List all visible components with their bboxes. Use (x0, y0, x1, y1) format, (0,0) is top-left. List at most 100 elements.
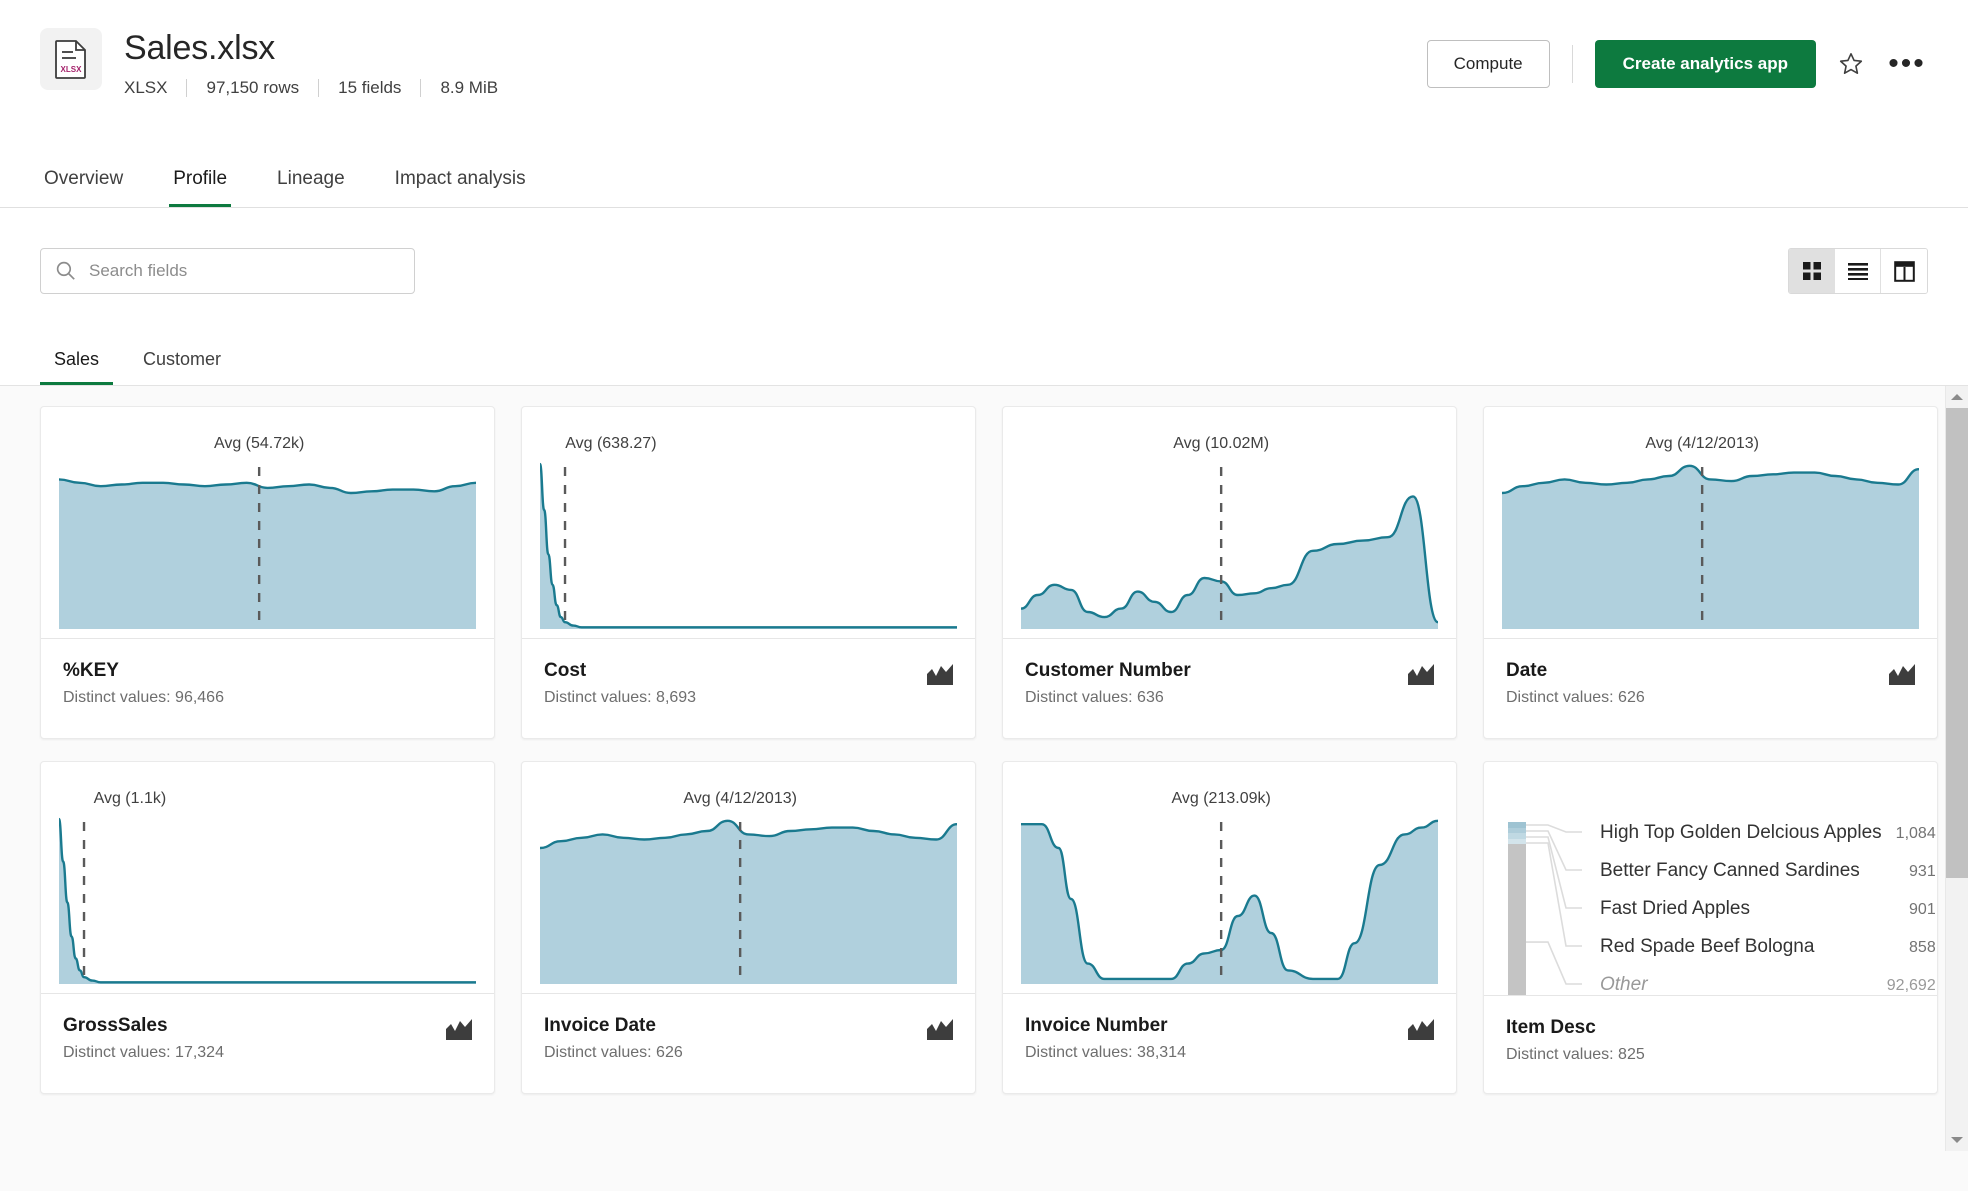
page-header: XLSX Sales.xlsx XLSX 97,150 rows 15 fiel… (0, 0, 1968, 148)
distinct-values-label: Distinct values: 96,466 (63, 689, 224, 706)
field-card[interactable]: High Top Golden Delcious Apples 1,084 Bett… (1483, 761, 1938, 1094)
meta-rows: 97,150 rows (206, 78, 300, 97)
field-card[interactable]: Avg (638.27)-9,392.93366,576 Cost Distinct… (521, 406, 976, 739)
meta-format: XLSX (124, 78, 168, 97)
meta-fields: 15 fields (338, 78, 402, 97)
measure-type-icon (927, 1018, 953, 1045)
document-icon: XLSX (55, 40, 86, 79)
field-card-footer: Customer Number Distinct values: 636 (1003, 638, 1456, 738)
field-card-visualization: Avg (1.1k)-27,929.875539,200 (41, 762, 494, 993)
chevron-down-icon (1951, 1137, 1963, 1143)
scroll-up-button[interactable] (1946, 386, 1968, 408)
field-card-visualization: Avg (4/12/2013)1/12/20126/26/2014 (1484, 407, 1937, 638)
chevron-up-icon (1951, 394, 1963, 400)
search-input[interactable] (40, 248, 415, 294)
area-chart-svg (1021, 814, 1438, 984)
field-card-visualization: High Top Golden Delcious Apples 1,084 Bett… (1484, 762, 1937, 995)
main-tab-bar: Overview Profile Lineage Impact analysis (0, 148, 1968, 208)
scrollbar-thumb[interactable] (1946, 408, 1968, 878)
measure-type-icon (446, 1018, 472, 1045)
distinct-values-label: Distinct values: 825 (1506, 1045, 1645, 1063)
field-card[interactable]: Avg (4/12/2013)1/12/20126/26/2014Invoice… (521, 761, 976, 1094)
category-list: High Top Golden Delcious Apples 1,084 Bett… (1600, 822, 1936, 995)
category-distribution: High Top Golden Delcious Apples 1,084 Bett… (1502, 822, 1936, 995)
action-divider (1571, 45, 1573, 83)
xlsx-label: XLSX (61, 65, 83, 74)
scroll-down-button[interactable] (1946, 1129, 1968, 1151)
field-name: Item Desc (1506, 1016, 1596, 1038)
tab-lineage[interactable]: Lineage (273, 168, 349, 207)
create-analytics-app-button[interactable]: Create analytics app (1594, 40, 1816, 88)
field-card[interactable]: Avg (10.02M)10,000,00010,027,583Customer… (1002, 406, 1457, 739)
xlsx-file-icon: XLSX (40, 28, 102, 90)
tab-profile[interactable]: Profile (169, 168, 232, 207)
field-card[interactable]: Avg (213.09k)100,001332,847Invoice Numbe… (1002, 761, 1457, 1094)
field-card-grid: Avg (54.72k)1110,409 %KEY Distinct values:… (20, 406, 1938, 1094)
table-view-button[interactable] (1881, 249, 1927, 293)
field-name: Date (1506, 660, 1548, 681)
measure-type-icon (1408, 663, 1434, 690)
field-name: Invoice Date (544, 1015, 656, 1036)
average-label: Avg (213.09k) (1171, 790, 1271, 807)
stacked-bar (1508, 822, 1526, 995)
favorite-button[interactable] (1830, 43, 1872, 85)
leader-lines (1526, 824, 1582, 985)
subtab-sales[interactable]: Sales (40, 349, 114, 385)
field-name: Cost (544, 660, 587, 681)
title-block: Sales.xlsx XLSX 97,150 rows 15 fields 8.… (124, 28, 498, 98)
field-name: %KEY (63, 660, 119, 681)
average-label: Avg (54.72k) (213, 435, 305, 452)
meta-divider (186, 79, 188, 97)
meta-size: 8.9 MiB (440, 78, 499, 97)
field-card[interactable]: Avg (54.72k)1110,409 %KEY Distinct values:… (40, 406, 495, 739)
measure-type-icon (1408, 1018, 1434, 1045)
compute-button[interactable]: Compute (1426, 40, 1550, 88)
field-card[interactable]: Avg (4/12/2013)1/12/20126/26/2014 Date Dis… (1483, 406, 1938, 739)
field-name: Customer Number (1025, 660, 1191, 681)
distinct-values-label: Distinct values: 626 (544, 1044, 683, 1061)
subtab-customer[interactable]: Customer (129, 349, 235, 385)
category-row: Other 92,692 (1600, 974, 1936, 995)
category-count: 901 (1909, 901, 1936, 918)
distribution-chart: Avg (213.09k) (1021, 790, 1438, 984)
measure-type-icon (927, 663, 953, 690)
table-view-icon (1893, 260, 1915, 282)
list-view-icon (1847, 263, 1868, 280)
distribution-chart: Avg (4/12/2013) (540, 790, 957, 984)
category-count: 92,692 (1886, 977, 1936, 994)
category-label: High Top Golden Delcious Apples (1600, 822, 1882, 843)
profile-toolbar (0, 208, 1968, 330)
average-label: Avg (10.02M) (1173, 435, 1270, 452)
distribution-chart: Avg (54.72k) (59, 435, 476, 629)
average-label: Avg (4/12/2013) (1645, 435, 1759, 452)
field-card[interactable]: Avg (1.1k)-27,929.875539,200 GrossSales Di… (40, 761, 495, 1094)
distribution-chart: Avg (4/12/2013) (1502, 435, 1919, 629)
search-field-wrapper (40, 248, 415, 294)
category-row: Better Fancy Canned Sardines 931 (1600, 860, 1936, 898)
file-meta-row: XLSX 97,150 rows 15 fields 8.9 MiB (124, 78, 498, 98)
distinct-values-label: Distinct values: 17,324 (63, 1044, 224, 1061)
field-card-footer: %KEY Distinct values: 96,466 (41, 638, 494, 738)
area-chart-svg (1502, 459, 1919, 629)
category-row: High Top Golden Delcious Apples 1,084 (1600, 822, 1936, 860)
list-view-button[interactable] (1835, 249, 1881, 293)
table-tab-bar: Sales Customer (0, 330, 1968, 386)
header-actions: Compute Create analytics app ••• (1426, 40, 1928, 88)
more-options-button[interactable]: ••• (1886, 43, 1928, 85)
view-mode-toggle-group (1788, 248, 1928, 294)
stack-segment (1508, 844, 1526, 995)
tab-overview[interactable]: Overview (40, 168, 127, 207)
vertical-scrollbar[interactable] (1945, 386, 1968, 1151)
meta-divider (420, 79, 422, 97)
category-row: Fast Dried Apples 901 (1600, 898, 1936, 936)
tab-impact-analysis[interactable]: Impact analysis (391, 168, 530, 207)
category-label: Other (1600, 974, 1648, 995)
distinct-values-label: Distinct values: 626 (1506, 689, 1645, 706)
grid-view-icon (1802, 262, 1821, 280)
category-label: Better Fancy Canned Sardines (1600, 860, 1860, 881)
average-label: Avg (4/12/2013) (683, 790, 797, 807)
field-card-footer: Invoice Date Distinct values: 626 (522, 993, 975, 1093)
grid-view-button[interactable] (1789, 249, 1835, 293)
distribution-chart: Avg (10.02M) (1021, 435, 1438, 629)
field-name: GrossSales (63, 1015, 168, 1036)
